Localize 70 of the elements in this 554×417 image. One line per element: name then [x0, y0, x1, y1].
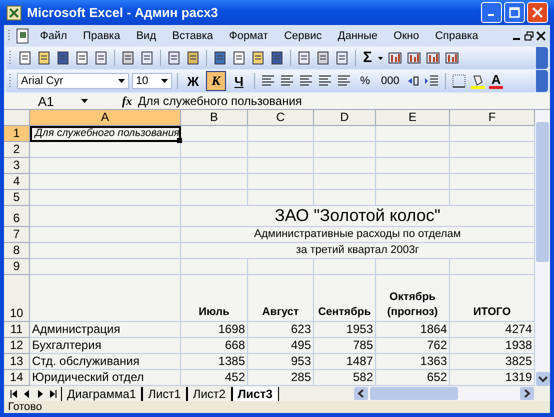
column-header[interactable]: D	[314, 110, 376, 126]
window-title: Microsoft Excel - Админ расх3	[27, 5, 220, 20]
number-format-button[interactable]: 000	[378, 71, 402, 92]
font-style-button[interactable]: Ч	[229, 71, 249, 92]
name-box[interactable]: A1	[4, 94, 94, 109]
row-header[interactable]: 6	[4, 206, 30, 228]
menu-item[interactable]: Окно	[386, 30, 426, 42]
table-cell: 953	[248, 354, 314, 370]
table-cell: за третий квартал 2003г	[181, 243, 535, 260]
row-header[interactable]: 3	[4, 158, 30, 174]
menu-item[interactable]: Справка	[428, 30, 486, 42]
row-header[interactable]: 8	[4, 243, 30, 260]
table-cell: 785	[314, 338, 376, 354]
column-header[interactable]: A	[30, 110, 181, 126]
row-header[interactable]: 13	[4, 354, 30, 370]
font-style-button[interactable]: К	[206, 71, 226, 92]
table-cell: 623	[248, 322, 314, 338]
table-cell: 1953	[314, 322, 376, 338]
column-heading: Октябрь (прогноз)	[376, 275, 450, 322]
menu-item[interactable]: Формат	[222, 30, 276, 42]
insert-function-button[interactable]: fx	[94, 94, 138, 109]
menu-item[interactable]: Правка	[76, 30, 128, 42]
column-header[interactable]: E	[376, 110, 450, 126]
row-header[interactable]: 9	[4, 259, 30, 276]
table-cell: 1385	[181, 354, 248, 370]
table-cell: 495	[248, 338, 314, 354]
table-cell: 1864	[376, 322, 450, 338]
font-color-button[interactable]: A	[489, 73, 503, 90]
table-cell: 1698	[181, 322, 248, 338]
row-header[interactable]: 11	[4, 322, 30, 338]
column-heading: Июль	[181, 275, 248, 322]
font-name-dropdown[interactable]: Arial Cyr	[17, 73, 129, 90]
table-cell: 762	[376, 338, 450, 354]
column-heading: Август	[248, 275, 314, 322]
column-header[interactable]: C	[248, 110, 314, 126]
row-header[interactable]: 5	[4, 190, 30, 206]
autosum-button[interactable]: Σ	[361, 49, 374, 66]
table-cell: 1363	[376, 354, 450, 370]
table-cell: ЗАО "Золотой колос"	[181, 206, 535, 228]
font-style-button[interactable]: Ж	[183, 71, 203, 92]
menu-item[interactable]: Вставка	[165, 30, 220, 42]
row-header[interactable]: 1	[4, 126, 30, 142]
table-cell: 1487	[314, 354, 376, 370]
sheet-tab[interactable]: Лист1	[142, 386, 187, 401]
menu-item[interactable]: Вид	[129, 30, 164, 42]
row-header[interactable]: 7	[4, 227, 30, 244]
table-cell: Администрация	[30, 322, 181, 338]
row-header[interactable]: 4	[4, 174, 30, 190]
sheet-tab[interactable]: Лист3	[232, 386, 279, 401]
menu-item[interactable]: Данные	[330, 30, 385, 42]
table-cell: Для служебного пользования	[30, 126, 181, 142]
menu-item[interactable]: Файл	[33, 30, 74, 42]
font-size-dropdown[interactable]: 10	[132, 73, 172, 90]
table-cell: Бухгалтерия	[30, 338, 181, 354]
column-header[interactable]: F	[450, 110, 535, 126]
sheet-tab[interactable]: Диаграмма1	[61, 386, 142, 401]
column-header[interactable]: B	[181, 110, 248, 126]
menu-item[interactable]: Сервис	[277, 30, 329, 42]
formula-input[interactable]: Для служебного пользования	[138, 94, 550, 108]
column-heading: Сентябрь	[314, 275, 376, 322]
row-header[interactable]: 14	[4, 370, 30, 386]
number-format-button[interactable]: %	[355, 71, 375, 92]
row-header[interactable]: 2	[4, 142, 30, 158]
status-text: Готово	[8, 401, 42, 413]
table-cell: Административные расходы по отделам	[181, 227, 535, 244]
table-cell: 668	[181, 338, 248, 354]
sheet-tab[interactable]: Лист2	[186, 386, 232, 401]
table-cell: Стд. обслуживания	[30, 354, 181, 370]
row-header[interactable]: 10	[4, 275, 30, 322]
row-header[interactable]: 12	[4, 338, 30, 354]
